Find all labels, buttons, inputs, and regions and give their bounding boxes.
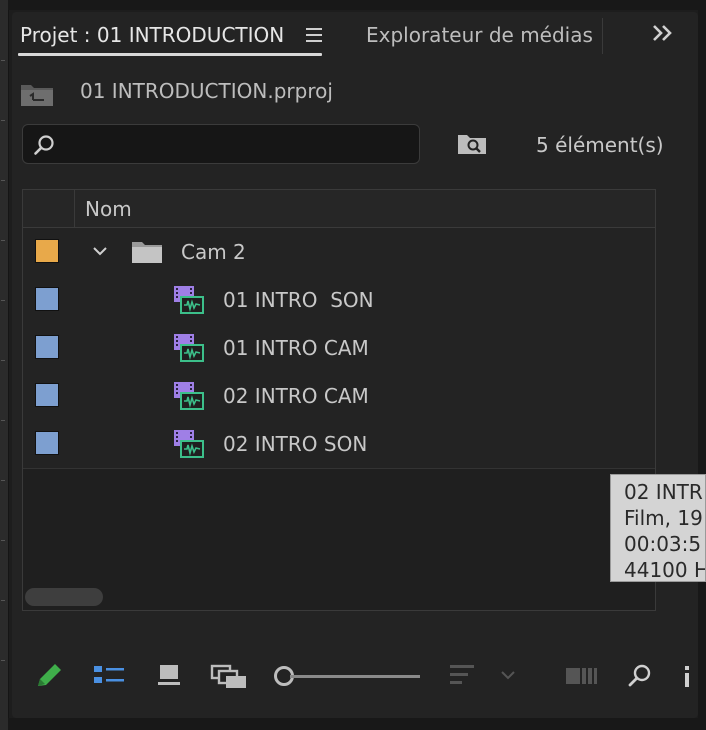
horizontal-scrollbar-thumb[interactable] <box>25 588 103 606</box>
label-column-header[interactable] <box>23 190 75 227</box>
icon-view-icon[interactable] <box>156 662 182 688</box>
right-panel-edge <box>698 10 706 720</box>
list-item-label: 01 INTRO CAM <box>223 336 369 360</box>
list-item-label: 01 INTRO SON <box>223 288 374 312</box>
search-icon <box>34 135 54 155</box>
list-item[interactable]: 01 INTRO SON <box>23 276 655 325</box>
bottom-panel-edge <box>8 718 706 730</box>
bottom-toolbar <box>20 650 700 700</box>
list-item[interactable]: 02 INTRO CAM <box>23 372 655 421</box>
find-icon[interactable] <box>626 662 654 690</box>
label-color-swatch[interactable] <box>35 431 59 455</box>
project-file-name: 01 INTRODUCTION.prproj <box>80 79 333 103</box>
av-clip-icon <box>174 334 204 362</box>
sort-icon[interactable] <box>448 662 476 688</box>
tab-project[interactable]: Projet : 01 INTRODUCTION <box>20 20 323 50</box>
tooltip-line: Film, 19 <box>624 506 703 530</box>
panel-menu-icon[interactable] <box>306 28 323 42</box>
list-view-icon[interactable] <box>92 662 126 688</box>
list-item-label: Cam 2 <box>181 240 246 264</box>
av-clip-icon <box>174 382 204 410</box>
project-folder-up-icon[interactable] <box>20 81 56 107</box>
automate-to-sequence-icon[interactable] <box>564 662 598 688</box>
label-color-swatch[interactable] <box>35 287 59 311</box>
av-clip-icon <box>174 286 204 314</box>
item-count: 5 élément(s) <box>536 133 664 157</box>
pencil-icon[interactable] <box>34 662 64 690</box>
tab-project-label: Projet : 01 INTRODUCTION <box>20 23 285 47</box>
label-color-swatch[interactable] <box>35 239 59 263</box>
tooltip-line: 02 INTR <box>624 480 703 504</box>
bin-folder-icon <box>132 242 162 263</box>
list-item[interactable]: 02 INTRO SON <box>23 420 655 469</box>
label-color-swatch[interactable] <box>35 335 59 359</box>
list-item-label: 02 INTRO CAM <box>223 384 369 408</box>
search-input[interactable] <box>63 125 417 165</box>
label-color-swatch[interactable] <box>35 383 59 407</box>
list-item[interactable]: 01 INTRO CAM <box>23 324 655 373</box>
list-header: Nom <box>23 190 655 228</box>
zoom-slider-track[interactable] <box>290 675 420 678</box>
clip-info-tooltip: 02 INTR Film, 19 00:03:5 44100 H <box>610 474 706 582</box>
top-panel-edge <box>8 0 706 10</box>
tab-divider <box>602 18 603 54</box>
search-field[interactable] <box>22 124 420 165</box>
av-clip-icon <box>174 430 204 458</box>
freeform-view-icon[interactable] <box>210 662 250 690</box>
chevron-down-icon[interactable] <box>498 662 518 688</box>
list-item-bin[interactable]: Cam 2 <box>23 228 655 277</box>
project-panel-window: Projet : 01 INTRODUCTION Explorateur de … <box>0 0 706 730</box>
project-item-list: Nom Cam 2 01 INTRO SON 01 INTRO CAM 02 I… <box>22 189 656 611</box>
list-item-label: 02 INTRO SON <box>223 432 368 456</box>
new-item-icon[interactable] <box>682 662 692 690</box>
name-column-header[interactable]: Nom <box>85 197 132 221</box>
tooltip-line: 00:03:5 <box>624 532 702 556</box>
chevron-down-icon[interactable] <box>91 242 109 260</box>
tab-media-browser[interactable]: Explorateur de médias <box>366 20 593 50</box>
double-chevron-right-icon[interactable] <box>648 18 678 48</box>
left-panel-edge <box>0 0 9 730</box>
tooltip-line: 44100 H <box>624 558 706 582</box>
active-tab-underline <box>18 53 322 56</box>
new-search-bin-icon[interactable] <box>456 130 488 158</box>
